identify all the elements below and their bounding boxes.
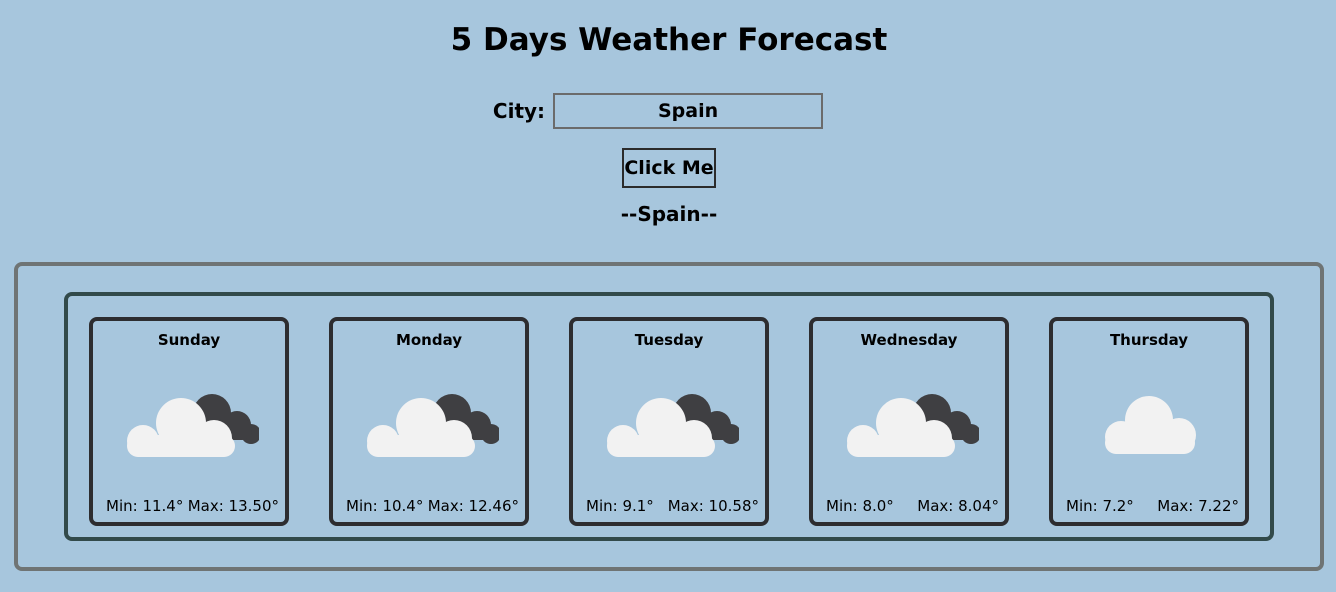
page-title: 5 Days Weather Forecast <box>450 22 888 58</box>
forecast-card-thursday: Thursday Min: 7.2° Max: 7.22° <box>1049 317 1249 526</box>
day-name: Wednesday <box>860 331 958 349</box>
day-name: Tuesday <box>634 331 704 349</box>
partly-cloudy-icon <box>367 394 499 457</box>
temp-max: Max: 13.50° <box>187 497 279 515</box>
temp-min: Min: 8.0° <box>826 497 894 515</box>
temp-max: Max: 7.22° <box>1157 497 1239 515</box>
temp-max: Max: 10.58° <box>667 497 759 515</box>
city-input[interactable] <box>553 93 824 129</box>
day-name: Sunday <box>157 331 221 349</box>
click-me-button[interactable]: Click Me <box>622 148 716 188</box>
cloud-icon <box>1105 396 1196 454</box>
temp-max: Max: 8.04° <box>917 497 999 515</box>
city-form: City: <box>0 93 1336 129</box>
temp-min: Min: 9.1° <box>586 497 654 515</box>
city-heading: --Spain-- <box>620 202 718 226</box>
partly-cloudy-icon <box>847 394 979 457</box>
forecast-card-monday: Monday Min: 10.4° Max: 12.46° <box>329 317 529 526</box>
partly-cloudy-icon <box>127 394 259 457</box>
day-name: Monday <box>395 331 463 349</box>
temp-max: Max: 12.46° <box>427 497 519 515</box>
temp-min: Min: 7.2° <box>1066 497 1134 515</box>
city-label: City: <box>492 99 546 123</box>
partly-cloudy-icon <box>607 394 739 457</box>
forecast-card-wednesday: Wednesday Min: 8.0° Max: 8.04° <box>809 317 1009 526</box>
forecast-card-tuesday: Tuesday Min: 9.1° Max: 10.58° <box>569 317 769 526</box>
forecast-card-sunday: Sunday Min: 11.4° Max: 13.50° <box>89 317 289 526</box>
day-name: Thursday <box>1109 331 1189 349</box>
temp-min: Min: 11.4° <box>106 497 184 515</box>
temp-min: Min: 10.4° <box>346 497 424 515</box>
